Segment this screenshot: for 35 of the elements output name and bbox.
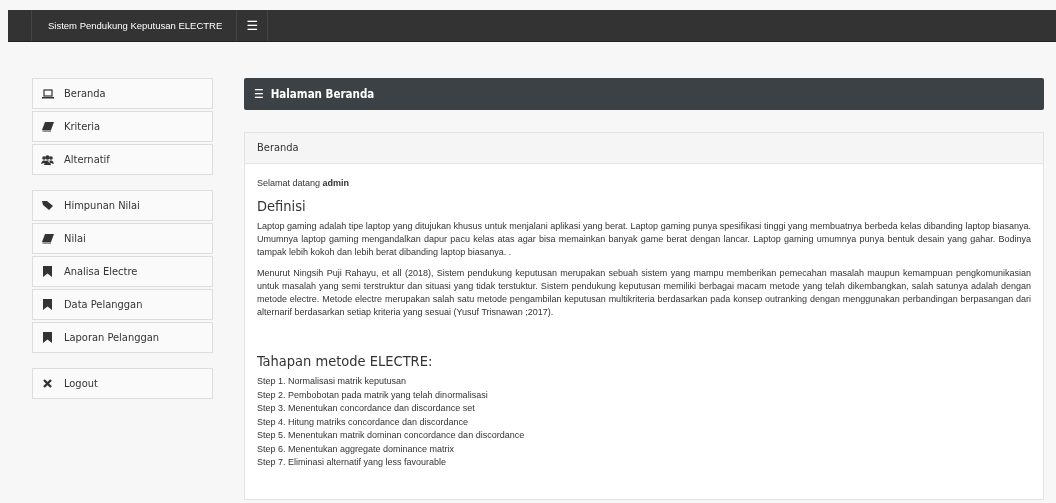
step-text: Step 2. Pembobotan pada matrik yang telah dinormalisasi <box>257 388 489 402</box>
step-text: Step 6. Menentukan aggregate dominance matrix <box>257 442 456 456</box>
sidebar-item[interactable]: Himpunan Nilai <box>32 190 213 221</box>
close-icon <box>43 379 52 388</box>
step-text: Step 7. Eliminasi alternatif yang less favourable <box>257 456 448 469</box>
menu-toggle-button[interactable]: ☰ <box>237 10 269 41</box>
bookmark-icon <box>43 299 52 310</box>
book-icon <box>41 233 54 244</box>
bookmark-icon <box>43 332 52 343</box>
sidebar-item[interactable]: Kriteria <box>32 111 213 142</box>
step-text: Step 3. Menentukan concordance dan discordance set <box>257 402 476 415</box>
sidebar-item[interactable]: Nilai <box>32 223 213 254</box>
section-heading: Tahapan metode ELECTRE: <box>257 353 434 369</box>
tag-icon <box>41 200 54 211</box>
step-text: Step 4. Hitung matriks concordance dan discordance <box>257 415 470 429</box>
laptop-icon <box>41 88 54 99</box>
paragraph: Menurut Ningsih Puji Rahayu, et all (2018), Sistem pendukung keputusan merupakan sebuah sistem yang mampu memberikan pemecahan masalah maupun kemampuan pengkomunikasian untuk masalah yang semi terstruktur dan situasi yang tidak terstuktur. Sistem pendukung keputusan memiliki berbagai macam metode yang telah dikembangkan, salah satunya adalah dengan metode electre. Metode electre merupakan salah satu metode pengambilan keputusan multikriteria berdasarkan pada konsep outranking dengan menggunakan perbandingan berpasangan dari alternarif berdasarkan setiap kriteria yang sesuai (Yusuf Trisnawan ;2017). <box>257 267 1031 319</box>
step-text: Step 5. Menentukan matrik dominan concordance dan discordance <box>257 429 526 442</box>
bookmark-icon <box>43 266 52 277</box>
panel-heading: Beranda <box>245 133 1043 164</box>
sidebar-item[interactable]: Beranda <box>32 78 213 109</box>
sidebar-item[interactable]: Alternatif <box>32 144 213 175</box>
sidebar-item[interactable]: Laporan Pelanggan <box>32 322 213 353</box>
paragraph: Laptop gaming adalah tipe laptop yang ditujukan khusus untuk menjalani aplikasi yang berat. Laptop gaming punya spesifikasi tinggi yang membuatnya berbeda kelas dibanding laptop biasanya. Umumnya laptop gaming mengandalkan dapur pacu kelas atas agar bisa memainkan banyak game berat dengan lancar. Laptop gaming umumnya punya bentuk desain yang gahar. Bodinya tampak lebih kokoh dan lebih berat dibanding laptop biasanya. . <box>257 220 1031 259</box>
welcome-text: Selamat datang admin <box>257 178 351 188</box>
book-icon <box>41 121 54 132</box>
app-title[interactable]: Sistem Pendukung Keputusan ELECTRE <box>32 10 238 41</box>
page-title: Halaman Beranda <box>270 87 375 101</box>
sidebar-item[interactable]: Data Pelanggan <box>32 289 213 320</box>
sidebar-item[interactable]: Analisa Electre <box>32 256 213 287</box>
step-text: Step 1. Normalisasi matrik keputusan <box>257 375 408 388</box>
menu-icon: ☰ <box>254 87 264 101</box>
users-icon <box>41 154 54 165</box>
sidebar-item[interactable]: Logout <box>32 368 213 399</box>
section-heading: Definisi <box>257 198 307 214</box>
